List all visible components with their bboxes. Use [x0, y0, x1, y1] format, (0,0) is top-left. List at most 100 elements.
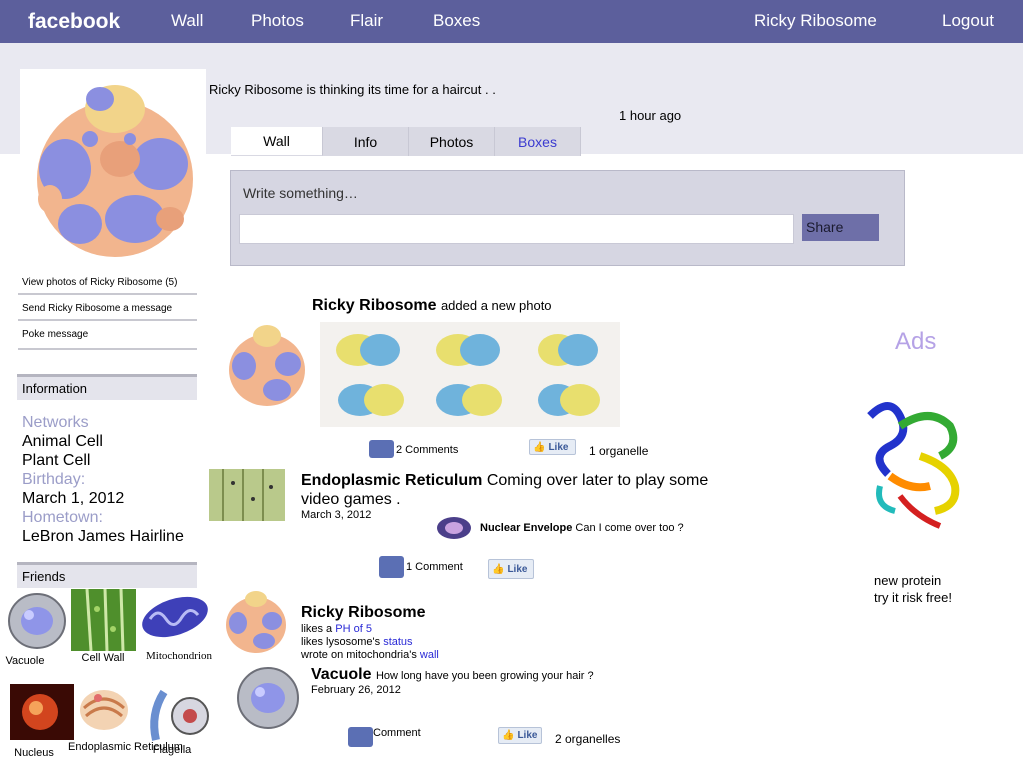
post4-author[interactable]: Vacuole	[311, 666, 371, 683]
post-avatar-ribosome[interactable]	[222, 320, 312, 410]
ribosome-image	[37, 85, 193, 257]
post4-date: February 26, 2012	[311, 684, 401, 696]
nav-flair[interactable]: Flair	[350, 11, 383, 31]
facebook-logo[interactable]: facebook	[28, 10, 120, 34]
composer-prompt: Write something…	[243, 185, 358, 201]
post-avatar-vacuole[interactable]	[234, 664, 302, 732]
post3-line3: wrote on mitochondria's wall	[301, 649, 439, 661]
ribosome-avatar-image	[226, 591, 286, 653]
cell-wall-image	[71, 589, 136, 651]
birthday-label: Birthday:	[22, 471, 86, 488]
view-photos-link[interactable]: View photos of Ricky Ribosome (5)	[18, 271, 197, 295]
post1-action: added a new photo	[440, 298, 552, 313]
nucleus-image	[10, 684, 74, 740]
poke-link[interactable]: Poke message	[18, 323, 197, 350]
friend-vacuole-thumb[interactable]	[5, 590, 69, 652]
hometown-value: LeBron James Hairline	[22, 528, 184, 545]
reply-text: Can I come over too ?	[575, 522, 684, 534]
tab-wall[interactable]: Wall	[231, 127, 323, 156]
comment-icon[interactable]	[369, 440, 394, 458]
post1-like-button[interactable]: 👍 Like	[529, 439, 576, 455]
tab-photos[interactable]: Photos	[409, 127, 495, 156]
ad-line1[interactable]: new protein	[874, 573, 941, 588]
post3-line3-text: wrote on mitochondria's	[301, 649, 417, 661]
share-button[interactable]: Share	[802, 214, 879, 241]
nav-wall[interactable]: Wall	[171, 11, 203, 31]
rough-er-image	[209, 469, 285, 521]
friend-er-thumb[interactable]	[76, 678, 132, 740]
tab-boxes[interactable]: Boxes	[495, 127, 581, 156]
reply-author[interactable]: Nuclear Envelope	[480, 522, 572, 534]
hometown-label: Hometown:	[22, 509, 103, 526]
vacuole-avatar-image	[237, 667, 299, 729]
post4-like-button[interactable]: 👍 Like	[498, 727, 542, 744]
information-header: Information	[17, 374, 197, 400]
post3-line2-text: likes lysosome's	[301, 636, 381, 648]
ad-line2[interactable]: try it risk free!	[874, 590, 952, 605]
post-avatar-er[interactable]	[205, 459, 289, 537]
like-label: Like	[517, 730, 538, 741]
post3-line1: likes a PH of 5	[301, 623, 372, 635]
nav-boxes[interactable]: Boxes	[433, 11, 480, 31]
post1-like-count: 1 organelle	[589, 444, 649, 458]
reply-avatar-nuclear-envelope[interactable]	[434, 513, 474, 543]
top-navigation-bar: facebook Wall Photos Flair Boxes Ricky R…	[0, 0, 1023, 43]
post1-author[interactable]: Ricky Ribosome	[312, 297, 436, 314]
post3-author[interactable]: Ricky Ribosome	[301, 604, 425, 622]
network-item: Animal Cell	[22, 433, 103, 450]
friend-flagella-thumb[interactable]	[142, 684, 212, 744]
endoplasmic-reticulum-image	[80, 690, 128, 730]
mitochondrion-image	[142, 596, 208, 638]
status-timestamp: 1 hour ago	[619, 108, 682, 123]
wall-link[interactable]: wall	[420, 649, 439, 661]
post-input[interactable]	[239, 214, 794, 244]
like-label: Like	[507, 563, 528, 575]
nav-photos[interactable]: Photos	[251, 11, 304, 31]
post2-like-button[interactable]: 👍 Like	[488, 559, 534, 579]
ad-image[interactable]	[860, 396, 978, 542]
friend-nucleus-thumb[interactable]	[10, 684, 74, 740]
friend-caption[interactable]: Vacuole	[5, 655, 45, 667]
nav-user-profile[interactable]: Ricky Ribosome	[754, 11, 877, 31]
thumbs-up-icon: 👍	[492, 563, 505, 575]
friend-caption[interactable]: Mitochondrion	[144, 650, 214, 662]
post4-like-count: 2 organelles	[555, 732, 621, 746]
post4-comment-link[interactable]: Comment	[373, 727, 421, 739]
profile-picture[interactable]	[20, 69, 206, 270]
post1-photo[interactable]	[320, 322, 620, 427]
ribosome-avatar-image	[229, 325, 305, 406]
post3-line2: likes lysosome's status	[301, 636, 413, 648]
status-link[interactable]: status	[383, 636, 412, 648]
ph-link[interactable]: PH of 5	[335, 623, 372, 635]
ribosome-subunits-figure	[336, 334, 600, 416]
post2-comments-link[interactable]: 1 Comment	[406, 561, 463, 573]
comment-icon[interactable]	[379, 556, 404, 578]
friends-header: Friends	[17, 562, 197, 588]
profile-status: Ricky Ribosome is thinking its time for …	[209, 82, 496, 97]
comment-icon[interactable]	[348, 727, 373, 747]
flagella-image	[150, 689, 209, 741]
post2-date: March 3, 2012	[301, 509, 372, 521]
send-message-link[interactable]: Send Ricky Ribosome a message	[18, 297, 197, 321]
nuclear-envelope-image	[437, 517, 471, 539]
friend-cell-wall-thumb[interactable]	[71, 589, 136, 651]
friend-caption[interactable]: Flagella	[150, 744, 194, 756]
post2-reply: Nuclear Envelope Can I come over too ?	[480, 522, 684, 534]
post1-comments-link[interactable]: 2 Comments	[396, 444, 458, 456]
post-avatar-ribosome[interactable]	[222, 589, 290, 655]
logout-link[interactable]: Logout	[942, 11, 994, 31]
friend-caption[interactable]: Nucleus	[12, 747, 56, 759]
profile-tabs: Wall Info Photos Boxes	[231, 127, 581, 156]
friend-caption[interactable]: Cell Wall	[78, 652, 128, 664]
ads-heading: Ads	[895, 328, 937, 355]
tab-info[interactable]: Info	[323, 127, 409, 156]
thumbs-up-icon: 👍	[533, 441, 546, 453]
post4-body: Vacuole How long have you been growing y…	[311, 666, 594, 684]
post2-author[interactable]: Endoplasmic Reticulum	[301, 472, 482, 489]
networks-label: Networks	[22, 414, 89, 431]
friend-caption[interactable]: Endoplasmic Reticulum	[68, 741, 183, 754]
post4-text: How long have you been growing your hair…	[375, 670, 594, 682]
post3-line1-text: likes a	[301, 623, 333, 635]
friend-mitochondrion-thumb[interactable]	[138, 589, 212, 645]
vacuole-image	[8, 593, 66, 649]
